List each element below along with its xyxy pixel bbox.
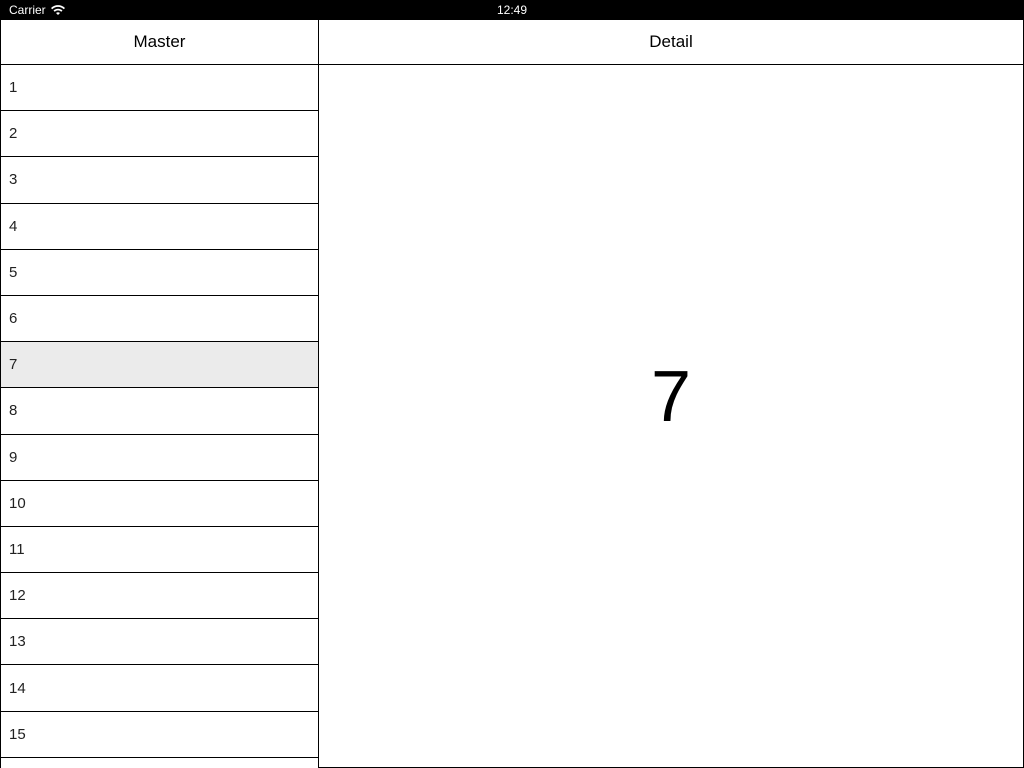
master-nav-bar: Master — [1, 20, 318, 65]
list-item-label: 8 — [9, 402, 18, 420]
list-item-label: 2 — [9, 125, 18, 143]
list-item[interactable]: 8 — [1, 388, 318, 435]
list-item-label: 3 — [9, 171, 18, 189]
list-item[interactable]: 4 — [1, 204, 318, 250]
detail-value-label: 7 — [650, 357, 692, 437]
list-item-label: 14 — [9, 679, 26, 697]
list-item[interactable]: 13 — [1, 619, 318, 666]
list-item[interactable]: 5 — [1, 250, 318, 296]
list-item-label: 15 — [9, 725, 26, 743]
list-item[interactable]: 11 — [1, 527, 318, 574]
list-item[interactable]: 9 — [1, 435, 318, 481]
list-item[interactable]: 2 — [1, 111, 318, 158]
detail-nav-bar: Detail — [319, 20, 1023, 65]
detail-content: 7 — [319, 65, 1023, 767]
list-item-label: 5 — [9, 263, 18, 281]
list-item[interactable]: 15 — [1, 712, 318, 758]
list-item-label: 4 — [9, 217, 18, 235]
master-title: Master — [133, 32, 186, 51]
list-item[interactable]: 12 — [1, 573, 318, 620]
list-item-label: 11 — [9, 540, 25, 558]
status-bar-clock: 12:49 — [496, 3, 528, 17]
list-item[interactable]: 1 — [1, 65, 318, 112]
detail-title: Detail — [649, 32, 693, 51]
list-item-label: 7 — [9, 356, 18, 374]
list-item-label: 1 — [9, 79, 18, 97]
master-list: 12345678910111213141516 — [1, 65, 318, 768]
list-item[interactable]: 14 — [1, 665, 318, 712]
list-item-label: 6 — [9, 310, 18, 328]
list-item-label: 9 — [9, 448, 18, 466]
list-item[interactable]: 3 — [1, 157, 318, 204]
status-bar: Carrier 12:49 — [0, 0, 1024, 20]
detail-pane: Detail 7 — [319, 20, 1024, 768]
list-item[interactable]: 10 — [1, 481, 318, 527]
list-item[interactable]: 6 — [1, 296, 318, 343]
list-item[interactable]: 16 — [1, 758, 318, 768]
list-item-label: 12 — [9, 587, 26, 605]
list-item[interactable]: 7 — [1, 342, 318, 389]
master-pane: Master 12345678910111213141516 — [0, 20, 319, 768]
list-item-label: 13 — [9, 633, 26, 651]
list-item-label: 10 — [9, 494, 26, 512]
